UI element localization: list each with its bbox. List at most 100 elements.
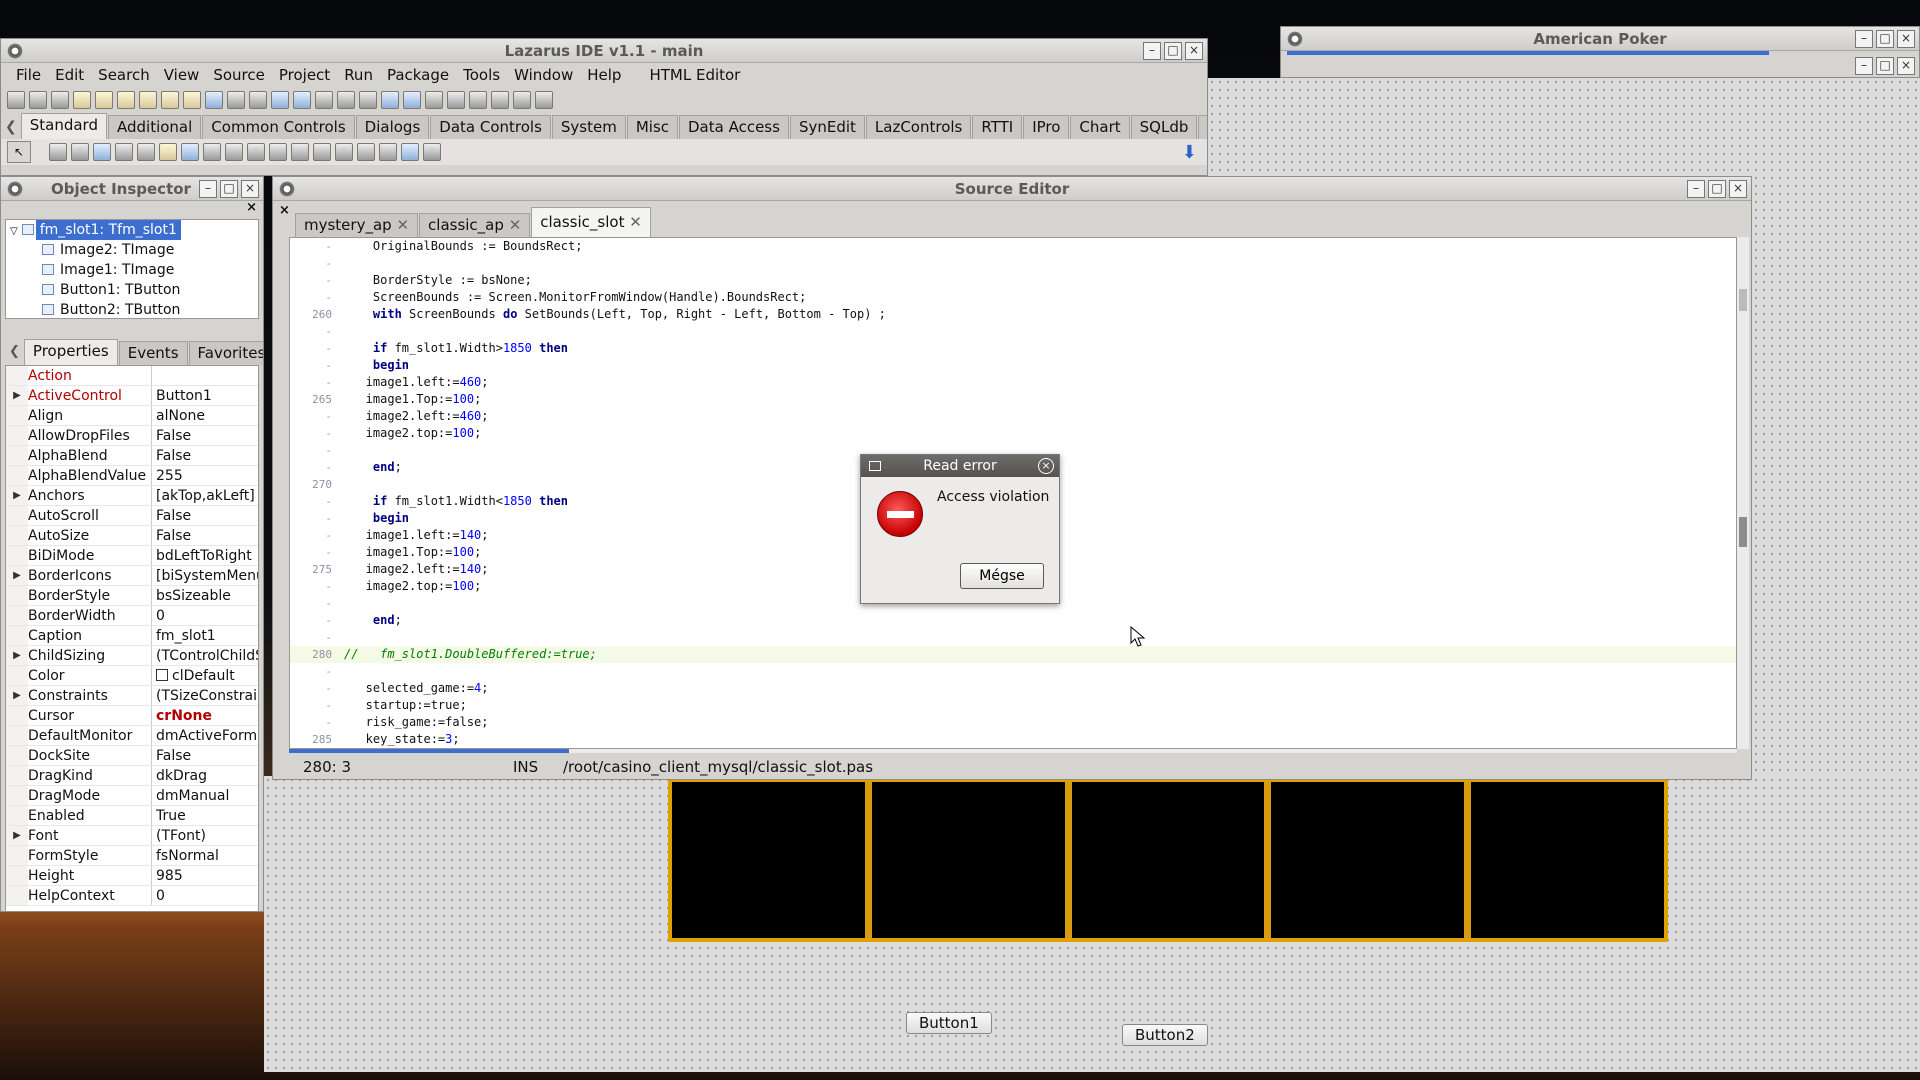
property-row[interactable]: DragKind dkDrag [6, 766, 258, 786]
property-expand-icon[interactable]: ▶ [6, 566, 28, 585]
editor-tab-mystery-ap[interactable]: mystery_ap ✕ [295, 213, 419, 237]
property-value[interactable]: 255 [152, 466, 258, 485]
tcombobox-icon[interactable] [269, 143, 287, 161]
palette-tab-data-controls[interactable]: Data Controls [430, 115, 551, 139]
tmemo-icon[interactable] [159, 143, 177, 161]
scrollbar-thumb[interactable] [1739, 289, 1747, 311]
minimize-icon[interactable]: – [199, 179, 217, 198]
property-grid[interactable]: Action ▶ ActiveControl Button1 Align alNone Al… [5, 365, 259, 911]
dialog-titlebar[interactable]: Read error × [861, 455, 1059, 477]
menu-run[interactable]: Run [337, 66, 380, 84]
pause-icon[interactable] [447, 91, 465, 109]
property-row[interactable]: ▶ ActiveControl Button1 [6, 386, 258, 406]
property-value[interactable]: 0 [152, 606, 258, 625]
property-value[interactable]: bdLeftToRight [152, 546, 258, 565]
tree-item-form[interactable]: ▽ fm_slot1: Tfm_slot1 [6, 220, 258, 240]
build-mode-icon[interactable] [403, 91, 421, 109]
code-line[interactable]: - BorderStyle := bsNone; [290, 272, 1736, 289]
build-icon[interactable] [381, 91, 399, 109]
code-line[interactable]: 260 with ScreenBounds do SetBounds(Left,… [290, 306, 1736, 323]
tbutton-icon[interactable] [93, 143, 111, 161]
run-icon[interactable] [425, 91, 443, 109]
new-file-icon[interactable] [7, 91, 25, 109]
inspector-scroll-left-icon[interactable]: ❮ [5, 344, 24, 365]
toggle-form-icon[interactable] [315, 91, 333, 109]
palette-tab-lazcontrols[interactable]: LazControls [865, 115, 972, 139]
view-units-icon[interactable] [337, 91, 355, 109]
property-row[interactable]: Caption fm_slot1 [6, 626, 258, 646]
read-error-dialog[interactable]: Read error × Access violation Mégse [860, 454, 1060, 604]
property-value[interactable]: (TControlChildS [152, 646, 258, 665]
property-value[interactable]: dkDrag [152, 766, 258, 785]
new-unit-icon[interactable] [51, 91, 69, 109]
palette-tab-data-access[interactable]: Data Access [679, 115, 789, 139]
vertical-scrollbar[interactable] [1737, 237, 1749, 749]
palette-tab-sqldb[interactable]: SQLdb [1130, 115, 1198, 139]
tree-expand-icon[interactable]: ▽ [10, 226, 18, 237]
palette-scroll-left-icon[interactable]: ❮ [5, 119, 21, 139]
property-value[interactable]: False [152, 426, 258, 445]
property-row[interactable]: ▶ Font (TFont) [6, 826, 258, 846]
palette-tab-standard[interactable]: Standard [20, 113, 107, 139]
poker-titlebar[interactable]: American Poker – □ × [1281, 27, 1919, 51]
code-line[interactable]: - [290, 629, 1736, 646]
tree-item-button2[interactable]: Button2: TButton [6, 300, 258, 318]
property-row[interactable]: ▶ Anchors [akTop,akLeft] [6, 486, 258, 506]
maximize-icon[interactable]: □ [1708, 179, 1726, 198]
tab-close-icon[interactable]: ✕ [396, 216, 409, 234]
property-row[interactable]: AlphaBlendValue 255 [6, 466, 258, 486]
tactionlist-icon[interactable] [423, 143, 441, 161]
property-value[interactable]: False [152, 746, 258, 765]
palette-tab-synedit[interactable]: SynEdit [789, 115, 865, 139]
open-icon[interactable] [73, 91, 91, 109]
code-line[interactable]: - risk_game:=false; [290, 714, 1736, 731]
property-row[interactable]: FormStyle fsNormal [6, 846, 258, 866]
close-page-icon[interactable]: × [279, 203, 290, 218]
property-row[interactable]: Height 985 [6, 866, 258, 886]
property-value[interactable]: [biSystemMenu [152, 566, 258, 585]
step-out-icon[interactable] [535, 91, 553, 109]
tcheckgroup-icon[interactable] [357, 143, 375, 161]
hscroll-thumb[interactable] [289, 749, 569, 753]
designer-button2[interactable]: Button2 [1122, 1024, 1208, 1046]
code-line[interactable]: 285 key_state:=3; [290, 731, 1736, 748]
palette-tab-dialogs[interactable]: Dialogs [355, 115, 430, 139]
project-options-icon[interactable] [249, 91, 267, 109]
property-expand-icon[interactable]: ▶ [6, 826, 28, 845]
property-value[interactable]: False [152, 446, 258, 465]
editor-titlebar[interactable]: Source Editor – □ × [273, 177, 1751, 201]
save-icon[interactable] [139, 91, 157, 109]
menu-help[interactable]: Help [580, 66, 628, 84]
open-recent-icon[interactable] [95, 91, 113, 109]
maximize-icon[interactable]: □ [1164, 41, 1182, 60]
tedit-icon[interactable] [137, 143, 155, 161]
ide-main-window[interactable]: Lazarus IDE v1.1 - main – □ × File Edit … [0, 38, 1208, 176]
code-line[interactable]: - [290, 663, 1736, 680]
cancel-button[interactable]: Mégse [960, 563, 1044, 589]
tlabel-icon[interactable] [115, 143, 133, 161]
inner-maximize-icon[interactable]: □ [1876, 57, 1894, 75]
palette-tab-rtti[interactable]: RTTI [972, 115, 1023, 139]
close-icon[interactable]: × [1729, 179, 1747, 198]
code-line[interactable]: - startup:=true; [290, 697, 1736, 714]
property-row[interactable]: BorderStyle bsSizeable [6, 586, 258, 606]
palette-tab-system[interactable]: System [551, 115, 626, 139]
minimize-icon[interactable]: – [1143, 41, 1161, 60]
code-line[interactable]: - [290, 255, 1736, 272]
palette-tab-ipro[interactable]: IPro [1023, 115, 1070, 139]
save-all-icon[interactable] [161, 91, 179, 109]
tradiogroup-icon[interactable] [335, 143, 353, 161]
tmainmenu-icon[interactable] [49, 143, 67, 161]
close-icon[interactable]: × [1897, 29, 1915, 48]
code-line[interactable]: - [290, 323, 1736, 340]
tab-favorites[interactable]: Favorites [188, 341, 263, 365]
minimize-icon[interactable]: – [1687, 179, 1705, 198]
step-over-icon[interactable] [513, 91, 531, 109]
menu-window[interactable]: Window [507, 66, 580, 84]
tab-close-icon[interactable]: ✕ [629, 213, 642, 231]
property-value[interactable]: clDefault [152, 666, 258, 685]
property-value[interactable]: alNone [152, 406, 258, 425]
inspector-titlebar[interactable]: Object Inspector – □ × [1, 177, 263, 201]
property-row[interactable]: AlphaBlend False [6, 446, 258, 466]
view-forms-icon[interactable] [359, 91, 377, 109]
